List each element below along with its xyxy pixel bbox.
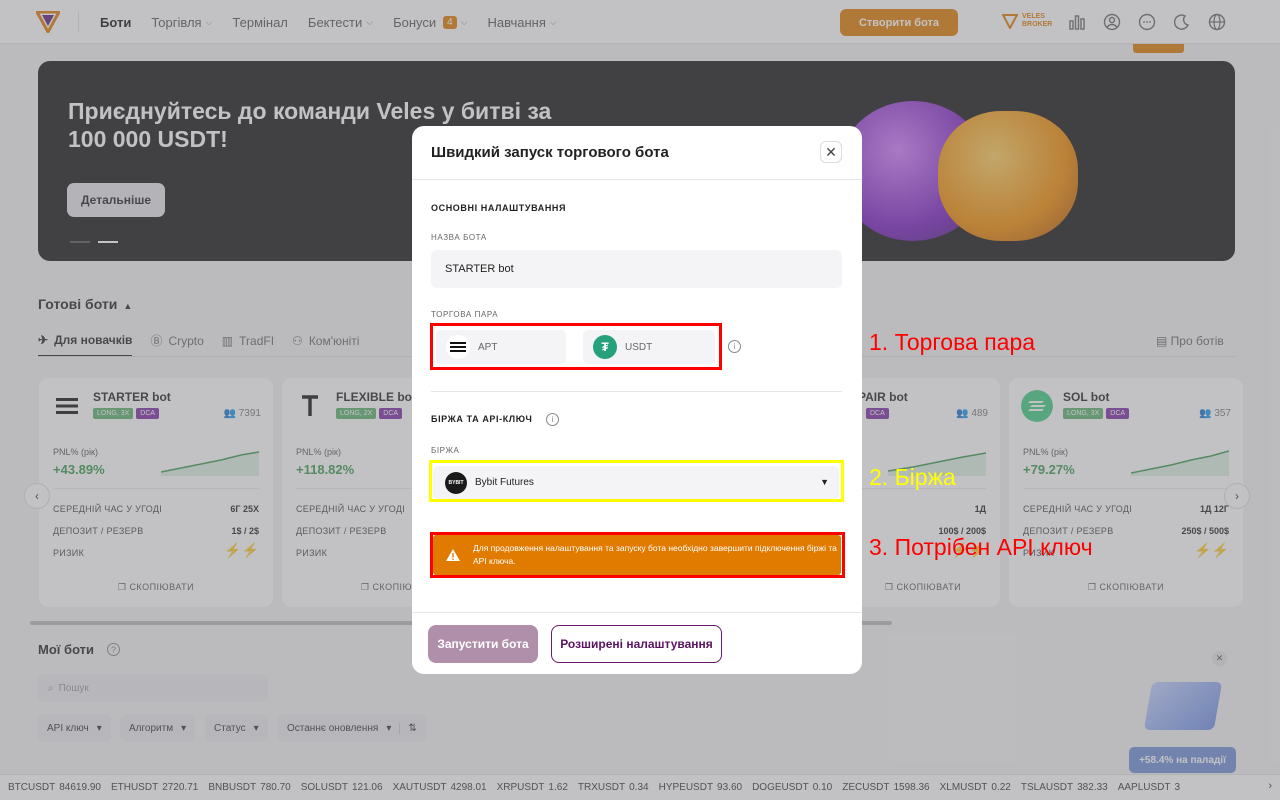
- info-icon[interactable]: i: [546, 413, 559, 426]
- exchange-label: БІРЖА: [431, 446, 460, 455]
- modal-title: Швидкий запуск торгового бота: [431, 144, 669, 161]
- annotation-exchange: 2. Біржа: [869, 464, 956, 490]
- section-main-settings: ОСНОВНІ НАЛАШТУВАННЯ: [431, 203, 567, 213]
- run-bot-button[interactable]: Запустити бота: [428, 625, 538, 663]
- quick-launch-modal: Швидкий запуск торгового бота ✕ ОСНОВНІ …: [412, 126, 862, 674]
- highlight-exchange: [429, 460, 844, 502]
- trading-pair-label: ТОРГОВА ПАРА: [431, 310, 499, 319]
- annotation-trading-pair: 1. Торгова пара: [869, 329, 1036, 355]
- bot-name-input[interactable]: STARTER bot: [431, 250, 842, 288]
- close-button[interactable]: ✕: [820, 141, 842, 163]
- highlight-trading-pair: [430, 323, 722, 370]
- info-icon[interactable]: i: [728, 340, 741, 353]
- advanced-settings-button[interactable]: Розширені налаштування: [551, 625, 722, 663]
- section-exchange-api: БІРЖА ТА API-КЛЮЧ: [431, 414, 533, 424]
- bot-name-label: НАЗВА БОТА: [431, 233, 487, 242]
- highlight-api-warning: [430, 532, 845, 578]
- close-icon: ✕: [825, 143, 837, 160]
- annotation-api-key: 3. Потрібен API ключ: [869, 534, 1093, 560]
